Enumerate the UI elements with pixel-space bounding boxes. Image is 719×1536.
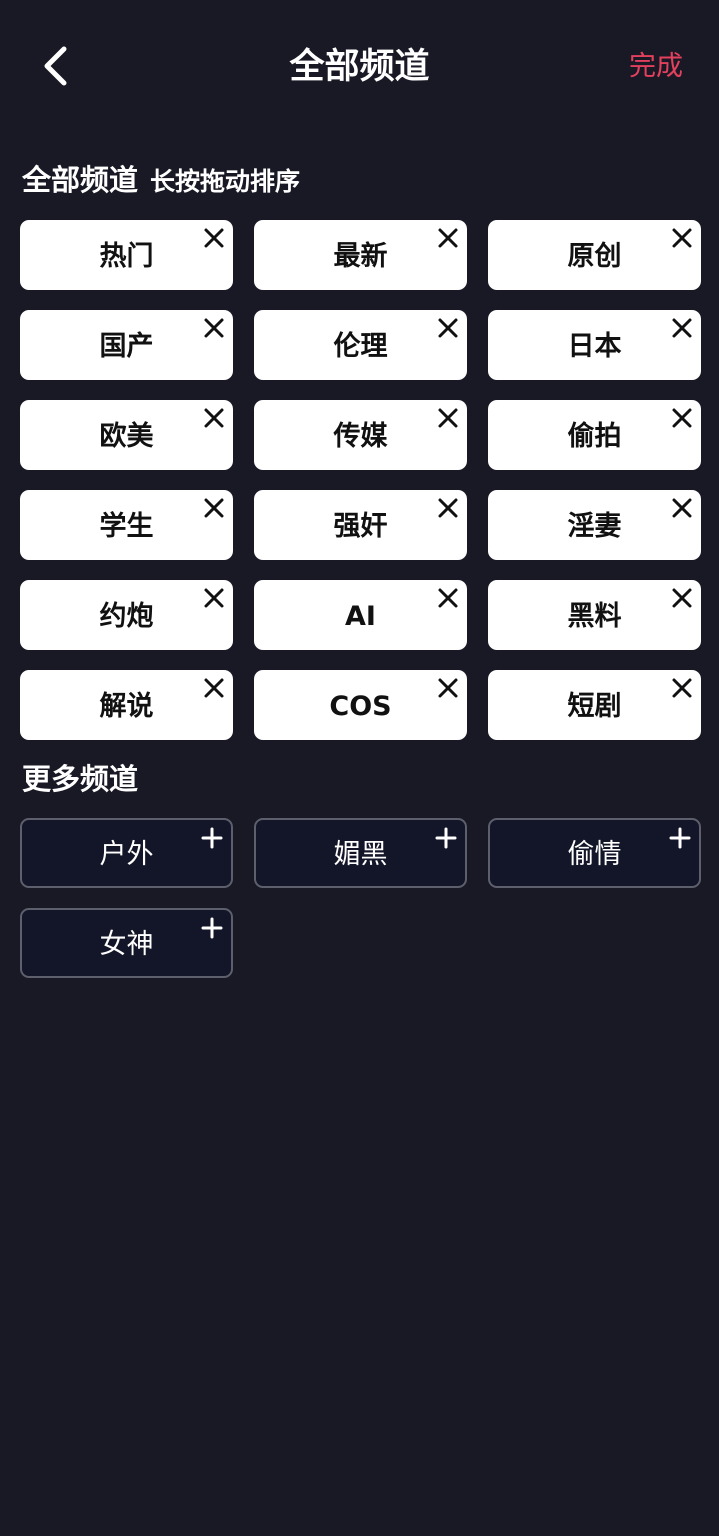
channel-chip[interactable]: AI (254, 580, 467, 650)
close-icon (438, 408, 458, 428)
channel-chip[interactable]: 强奸 (254, 490, 467, 560)
remove-channel-button[interactable] (671, 677, 693, 699)
channel-label: 偷情 (567, 839, 622, 870)
channel-label: COS (329, 691, 392, 722)
channel-label: 户外 (99, 839, 154, 870)
channel-chip[interactable]: 约炮 (20, 580, 233, 650)
channel-chip[interactable]: 传媒 (254, 400, 467, 470)
channel-label: 黑料 (567, 601, 622, 632)
add-channel-button[interactable] (669, 827, 691, 849)
sort-hint: 长按拖动排序 (150, 167, 301, 196)
channel-label: 偷拍 (567, 421, 622, 452)
close-icon (672, 318, 692, 338)
channel-chip[interactable]: 最新 (254, 220, 467, 290)
remove-channel-button[interactable] (203, 497, 225, 519)
channel-label: 淫妻 (567, 511, 622, 542)
more-channels-grid: 户外 媚黑 偷情女神 (20, 818, 701, 978)
remove-channel-button[interactable] (437, 407, 459, 429)
channel-chip[interactable]: 欧美 (20, 400, 233, 470)
channel-chip[interactable]: 解说 (20, 670, 233, 740)
channel-label: 原创 (567, 241, 622, 272)
channel-label: 最新 (333, 241, 388, 272)
channel-label: 短剧 (567, 691, 622, 722)
my-channels-grid: 热门 最新 原创国产 伦理 日本欧美 传媒 偷拍学生 强奸 淫妻约炮 AI 黑料解说 COS 短剧 (20, 220, 701, 740)
close-icon (672, 228, 692, 248)
add-channel-button[interactable] (201, 917, 223, 939)
close-icon (438, 498, 458, 518)
channel-chip[interactable]: COS (254, 670, 467, 740)
channel-label: 媚黑 (333, 839, 388, 870)
remove-channel-button[interactable] (671, 587, 693, 609)
channel-chip[interactable]: 短剧 (488, 670, 701, 740)
my-channels-title: 全部频道 (22, 163, 139, 197)
close-icon (204, 678, 224, 698)
channel-label: 强奸 (333, 511, 388, 542)
channel-chip[interactable]: 淫妻 (488, 490, 701, 560)
channel-chip[interactable]: 户外 (20, 818, 233, 888)
done-button[interactable]: 完成 (629, 47, 683, 87)
remove-channel-button[interactable] (671, 317, 693, 339)
my-channels-heading: 全部频道 长按拖动排序 (22, 160, 300, 202)
remove-channel-button[interactable] (437, 497, 459, 519)
close-icon (204, 498, 224, 518)
close-icon (438, 228, 458, 248)
remove-channel-button[interactable] (203, 677, 225, 699)
close-icon (672, 678, 692, 698)
channel-chip[interactable]: 日本 (488, 310, 701, 380)
remove-channel-button[interactable] (203, 227, 225, 249)
channel-chip[interactable]: 偷拍 (488, 400, 701, 470)
plus-icon (435, 827, 457, 849)
channel-label: 热门 (99, 241, 154, 272)
channel-chip[interactable]: 媚黑 (254, 818, 467, 888)
channel-chip[interactable]: 黑料 (488, 580, 701, 650)
remove-channel-button[interactable] (203, 407, 225, 429)
channel-label: 女神 (99, 929, 154, 960)
channel-label: 解说 (99, 691, 154, 722)
remove-channel-button[interactable] (671, 227, 693, 249)
channel-label: 欧美 (99, 421, 154, 452)
channel-label: 国产 (99, 331, 154, 362)
close-icon (204, 588, 224, 608)
channel-chip[interactable]: 偷情 (488, 818, 701, 888)
close-icon (672, 408, 692, 428)
close-icon (672, 588, 692, 608)
close-icon (438, 678, 458, 698)
channel-chip[interactable]: 伦理 (254, 310, 467, 380)
remove-channel-button[interactable] (671, 407, 693, 429)
remove-channel-button[interactable] (437, 677, 459, 699)
remove-channel-button[interactable] (203, 317, 225, 339)
channel-label: AI (345, 601, 376, 632)
remove-channel-button[interactable] (437, 317, 459, 339)
channel-chip[interactable]: 学生 (20, 490, 233, 560)
remove-channel-button[interactable] (437, 587, 459, 609)
channel-chip[interactable]: 原创 (488, 220, 701, 290)
close-icon (438, 588, 458, 608)
channel-label: 学生 (99, 511, 154, 542)
close-icon (672, 498, 692, 518)
remove-channel-button[interactable] (203, 587, 225, 609)
close-icon (438, 318, 458, 338)
channel-label: 约炮 (99, 601, 154, 632)
plus-icon (201, 827, 223, 849)
add-channel-button[interactable] (435, 827, 457, 849)
remove-channel-button[interactable] (437, 227, 459, 249)
channel-label: 传媒 (333, 421, 388, 452)
channel-label: 伦理 (333, 331, 388, 362)
header-bar: 全部频道 完成 (0, 0, 719, 134)
plus-icon (201, 917, 223, 939)
close-icon (204, 408, 224, 428)
channel-label: 日本 (567, 331, 622, 362)
channel-chip[interactable]: 热门 (20, 220, 233, 290)
add-channel-button[interactable] (201, 827, 223, 849)
more-channels-title: 更多频道 (22, 762, 139, 796)
close-icon (204, 228, 224, 248)
channel-chip[interactable]: 女神 (20, 908, 233, 978)
remove-channel-button[interactable] (671, 497, 693, 519)
channel-chip[interactable]: 国产 (20, 310, 233, 380)
plus-icon (669, 827, 691, 849)
close-icon (204, 318, 224, 338)
page-title: 全部频道 (289, 47, 430, 87)
